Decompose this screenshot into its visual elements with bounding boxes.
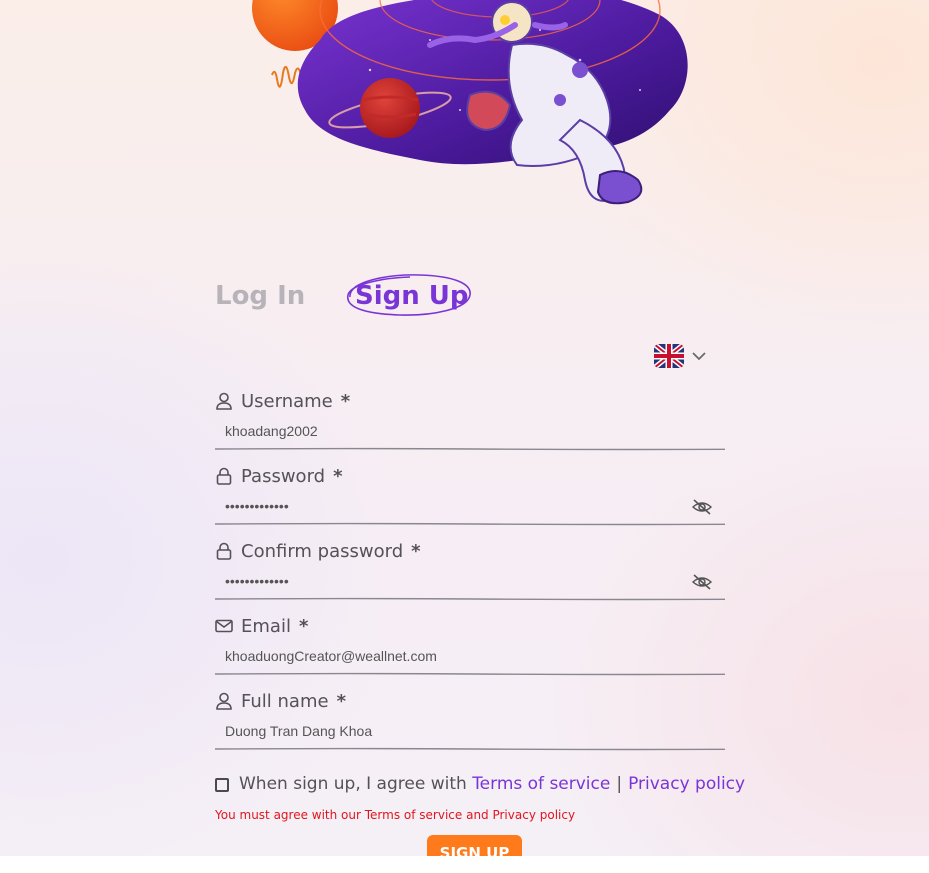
sign-up-button[interactable]: SIGN UP [427,835,522,856]
confirm-password-input[interactable] [215,566,725,596]
confirm-password-field: Confirm password * [215,539,725,614]
full-name-label-text: Full name [241,690,329,712]
field-underline [215,597,725,601]
astronaut-illustration [252,0,688,205]
language-selector[interactable] [654,344,710,370]
agreement-text: When sign up, I agree with [239,774,467,794]
username-input[interactable] [215,416,725,446]
terms-of-service-link[interactable]: Terms of service [472,774,610,794]
field-underline [215,522,725,526]
uk-flag-icon [654,344,684,368]
full-name-label: Full name * [215,689,346,713]
field-underline [215,447,725,451]
lock-icon [216,467,232,485]
required-mark: * [298,615,309,637]
lock-icon [216,542,232,560]
page-background: Log In Sign Up Username * khoadang2002 P… [0,0,929,856]
full-name-input[interactable] [215,716,725,746]
link-separator: | [616,774,623,794]
required-mark: * [336,690,346,712]
confirm-password-label: Confirm password * [215,539,421,563]
user-icon [216,392,232,410]
email-label-text: Email [241,615,291,637]
password-input[interactable] [215,491,725,521]
email-input[interactable] [215,641,725,671]
required-mark: * [411,540,421,562]
privacy-policy-link[interactable]: Privacy policy [628,774,745,794]
required-mark: * [340,390,351,412]
email-label: Email * [215,614,308,638]
agreement-error-message: You must agree with our Terms of service… [215,808,576,822]
password-label: Password * [215,464,343,488]
agree-checkbox[interactable] [215,777,229,792]
chevron-down-icon [692,352,706,361]
confirm-password-label-text: Confirm password [241,540,404,562]
required-mark: * [333,465,343,487]
username-label: Username * [215,389,350,413]
eye-slash-icon[interactable] [691,573,713,591]
email-field: Email * [215,614,725,689]
envelope-icon [215,619,233,633]
viewport-bottom-edge [0,856,929,873]
field-underline [215,747,725,751]
password-label-text: Password [241,465,326,487]
password-field: Password * [215,464,725,539]
full-name-field: Full name * [215,689,725,764]
field-underline [215,672,725,676]
username-label-text: Username [241,390,333,412]
eye-slash-icon[interactable] [691,498,713,516]
user-icon [216,692,232,710]
terms-agreement: When sign up, I agree with Terms of serv… [215,772,745,796]
username-field: Username * [215,389,725,464]
tab-signup[interactable]: Sign Up [355,281,469,311]
tab-login[interactable]: Log In [215,281,305,311]
